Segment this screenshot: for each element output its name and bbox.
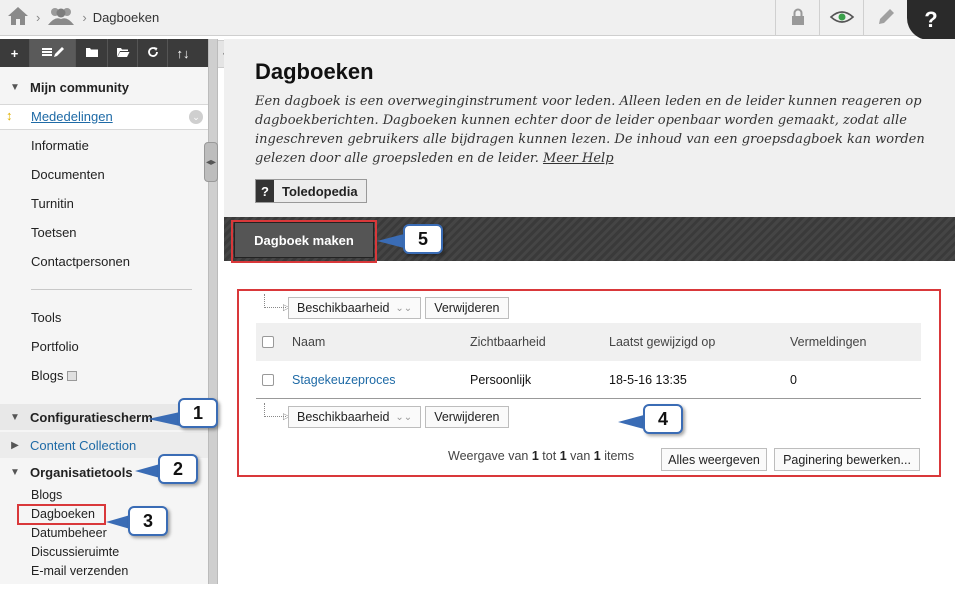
refresh-button[interactable] xyxy=(138,39,168,67)
context-menu-icon[interactable]: ⌄ xyxy=(189,110,203,124)
toledopedia-label: Toledopedia xyxy=(282,183,358,199)
sidebar-item-documenten[interactable]: Documenten xyxy=(31,167,105,182)
sidebar-item-turnitin[interactable]: Turnitin xyxy=(31,196,74,211)
folders-open-button[interactable] xyxy=(108,39,138,67)
list-edit-icon xyxy=(41,46,65,61)
highlight-create-button xyxy=(231,220,377,263)
lock-icon xyxy=(790,8,806,29)
sidebar-item-portfolio[interactable]: Portfolio xyxy=(31,339,79,354)
top-actions: ? xyxy=(775,0,955,40)
callout-pointer xyxy=(106,515,130,529)
breadcrumb: › › Dagboeken xyxy=(6,4,159,30)
sidebar-item-org-blogs[interactable]: Blogs xyxy=(31,488,62,502)
breadcrumb-current: Dagboeken xyxy=(92,9,160,25)
community-section-header[interactable]: ▼ Mijn community xyxy=(0,74,208,100)
caret-down-icon: ▼ xyxy=(10,466,20,478)
community-icon[interactable] xyxy=(46,5,76,30)
page-header: Dagboeken Een dagboek is een overwegingi… xyxy=(224,39,955,217)
callout-5: 5 xyxy=(403,224,443,254)
callout-3: 3 xyxy=(128,506,168,536)
sidebar-item-discussieruimte[interactable]: Discussieruimte xyxy=(31,545,119,559)
callout-2: 2 xyxy=(158,454,198,484)
resize-handle-icon[interactable]: ◂▸ xyxy=(204,142,218,182)
sidebar-item-blogs[interactable]: Blogs xyxy=(31,368,64,383)
page-title: Dagboeken xyxy=(255,59,374,84)
course-menu: + ↑↓ ▼ Mijn community ↕ Mededelingen ⌄ I… xyxy=(0,39,210,584)
list-edit-button[interactable] xyxy=(30,39,76,67)
sidebar-item-contactpersonen[interactable]: Contactpersonen xyxy=(31,254,130,269)
caret-down-icon: ▼ xyxy=(10,81,20,93)
help-label: ? xyxy=(924,7,938,32)
pencil-icon xyxy=(876,7,896,30)
sort-label: ↑↓ xyxy=(176,45,190,61)
callout-pointer xyxy=(148,412,180,426)
highlight-dagboeken-item xyxy=(17,504,106,525)
sidebar-item-tools[interactable]: Tools xyxy=(31,310,61,325)
refresh-icon xyxy=(147,46,159,61)
add-menu-item-button[interactable]: + xyxy=(0,39,30,67)
caret-right-icon: ▶ xyxy=(11,439,19,451)
sidebar-separator xyxy=(31,289,192,290)
help-icon: ? xyxy=(256,180,274,202)
toledopedia-button[interactable]: ? Toledopedia xyxy=(255,179,367,203)
folder-icon xyxy=(85,46,99,61)
sidebar-resize-bar[interactable] xyxy=(208,39,218,584)
edit-mode-button[interactable] xyxy=(863,0,907,36)
lock-button[interactable] xyxy=(775,0,819,36)
page-description: Een dagboek is een overweginginstrument … xyxy=(255,92,925,168)
callout-pointer xyxy=(618,415,644,429)
org-tools-section-title: Organisatietools xyxy=(30,464,133,480)
top-breadcrumb-bar: › › Dagboeken ? xyxy=(0,0,955,40)
student-preview-button[interactable] xyxy=(819,0,863,36)
home-icon[interactable] xyxy=(6,5,30,30)
community-section-title: Mijn community xyxy=(30,79,129,95)
more-help-link[interactable]: Meer Help xyxy=(543,151,614,166)
callout-pointer xyxy=(135,464,160,478)
config-section-title: Configuratiescherm xyxy=(30,409,153,425)
breadcrumb-separator: › xyxy=(36,9,41,25)
course-menu-toolbar: + ↑↓ xyxy=(0,39,210,67)
add-label: + xyxy=(10,45,19,61)
sidebar-item-datumbeheer[interactable]: Datumbeheer xyxy=(31,526,107,540)
sidebar-item-toetsen[interactable]: Toetsen xyxy=(31,225,77,240)
eye-refresh-icon xyxy=(829,8,855,29)
sidebar-item-email[interactable]: E-mail verzenden xyxy=(31,564,128,578)
folder-open-icon xyxy=(116,46,130,61)
folder-view-button[interactable] xyxy=(76,39,108,67)
help-button[interactable]: ? xyxy=(907,0,955,40)
callout-1: 1 xyxy=(178,398,218,428)
breadcrumb-separator: › xyxy=(82,9,87,25)
reorder-button[interactable]: ↑↓ xyxy=(168,39,198,67)
callout-4: 4 xyxy=(643,404,683,434)
caret-down-icon: ▼ xyxy=(10,411,20,423)
blogs-badge-icon xyxy=(67,371,77,381)
sidebar-item-informatie[interactable]: Informatie xyxy=(31,138,89,153)
drag-handle-icon[interactable]: ↕ xyxy=(6,108,13,123)
callout-pointer xyxy=(377,234,404,248)
highlight-journal-list xyxy=(237,289,941,477)
content-collection-label: Content Collection xyxy=(30,437,137,453)
sidebar-item-mededelingen[interactable]: Mededelingen xyxy=(31,109,113,124)
